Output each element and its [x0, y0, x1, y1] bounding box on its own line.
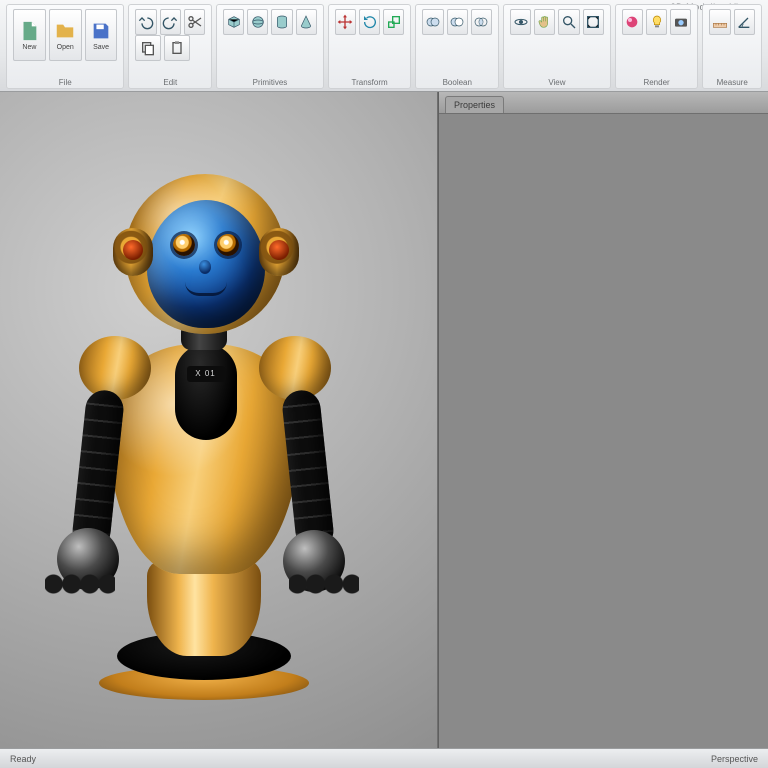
intersect-icon: [473, 14, 489, 30]
render-button[interactable]: [670, 9, 691, 35]
group-caption: Render: [616, 78, 698, 87]
save-button[interactable]: Save: [85, 9, 118, 61]
subtract-icon: [449, 14, 465, 30]
ribbon-group-edit: Edit: [128, 4, 212, 89]
copy-button[interactable]: [135, 35, 161, 61]
hand-icon: [537, 14, 553, 30]
group-caption: Primitives: [217, 78, 323, 87]
panel-tabstrip: Properties: [439, 92, 768, 114]
cut-button[interactable]: [184, 9, 205, 35]
status-left: Ready: [10, 754, 36, 764]
sphere-button[interactable]: [247, 9, 268, 35]
robot-chest-slot: [175, 344, 237, 440]
scale-button[interactable]: [383, 9, 404, 35]
group-caption: Transform: [329, 78, 411, 87]
distance-button[interactable]: [709, 9, 730, 35]
robot-fingers-right: [289, 564, 359, 604]
group-caption: View: [504, 78, 610, 87]
group-caption: Measure: [703, 78, 761, 87]
robot-model: X 01: [39, 140, 359, 700]
model-viewport[interactable]: X 01: [0, 92, 438, 748]
box-button[interactable]: [223, 9, 244, 35]
ribbon-group-primitives: Primitives: [216, 4, 324, 89]
robot-eye-right: [217, 234, 239, 256]
open-label: Open: [57, 44, 74, 51]
robot-arm-right: [280, 388, 335, 551]
panel-body: [439, 114, 768, 748]
subtract-button[interactable]: [447, 9, 468, 35]
ribbon-group-render: Render: [615, 4, 699, 89]
save-icon: [90, 20, 112, 42]
redo-icon: [162, 14, 178, 30]
folder-open-icon: [54, 20, 76, 42]
copy-icon: [140, 40, 156, 56]
clipboard-icon: [169, 40, 185, 56]
group-caption: Edit: [129, 78, 211, 87]
ribbon-group-transform: Transform: [328, 4, 412, 89]
new-button[interactable]: New: [13, 9, 46, 61]
magnifier-icon: [561, 14, 577, 30]
status-bar: Ready Perspective: [0, 748, 768, 768]
ribbon-group-file: New Open Save File: [6, 4, 124, 89]
move-button[interactable]: [335, 9, 356, 35]
lightbulb-icon: [649, 14, 665, 30]
pan-button[interactable]: [534, 9, 555, 35]
scale-icon: [386, 14, 402, 30]
robot-ear-left: [113, 228, 153, 276]
rotate-button[interactable]: [359, 9, 380, 35]
scissors-icon: [187, 14, 203, 30]
ribbon-group-view: View: [503, 4, 611, 89]
ribbon-group-measure: Measure: [702, 4, 762, 89]
material-button[interactable]: [622, 9, 643, 35]
angle-button[interactable]: [734, 9, 755, 35]
file-icon: [18, 20, 40, 42]
side-panel: Properties: [438, 92, 768, 748]
group-caption: File: [7, 78, 123, 87]
cone-button[interactable]: [296, 9, 317, 35]
union-button[interactable]: [422, 9, 443, 35]
orbit-button[interactable]: [510, 9, 531, 35]
robot-fingers-left: [45, 564, 115, 604]
robot-chest-badge: X 01: [187, 366, 225, 382]
light-button[interactable]: [646, 9, 667, 35]
pedestal-column: [147, 560, 261, 656]
sphere-icon: [250, 14, 266, 30]
robot-ear-right: [259, 228, 299, 276]
workspace: X 01 Properties: [0, 92, 768, 748]
cone-icon: [298, 14, 314, 30]
paste-button[interactable]: [164, 35, 190, 61]
ruler-icon: [712, 14, 728, 30]
robot-shoulder-left: [79, 336, 151, 400]
status-right: Perspective: [711, 754, 758, 764]
intersect-button[interactable]: [471, 9, 492, 35]
cube-icon: [226, 14, 242, 30]
robot-arm-left: [70, 388, 125, 551]
union-icon: [425, 14, 441, 30]
open-button[interactable]: Open: [49, 9, 82, 61]
new-label: New: [22, 44, 36, 51]
group-caption: Boolean: [416, 78, 498, 87]
rotate-icon: [362, 14, 378, 30]
undo-button[interactable]: [135, 9, 156, 35]
material-icon: [624, 14, 640, 30]
ribbon-toolbar: 3D Modeling Viewer New Open Save File: [0, 0, 768, 92]
angle-icon: [736, 14, 752, 30]
redo-button[interactable]: [160, 9, 181, 35]
save-label: Save: [93, 44, 109, 51]
cylinder-button[interactable]: [271, 9, 292, 35]
robot-nose: [199, 260, 211, 274]
robot-eye-left: [173, 234, 195, 256]
orbit-icon: [513, 14, 529, 30]
fit-icon: [585, 14, 601, 30]
move-icon: [337, 14, 353, 30]
camera-icon: [673, 14, 689, 30]
zoom-button[interactable]: [558, 9, 579, 35]
cylinder-icon: [274, 14, 290, 30]
tab-properties[interactable]: Properties: [445, 96, 504, 113]
fit-button[interactable]: [583, 9, 604, 35]
ribbon-group-boolean: Boolean: [415, 4, 499, 89]
undo-icon: [138, 14, 154, 30]
